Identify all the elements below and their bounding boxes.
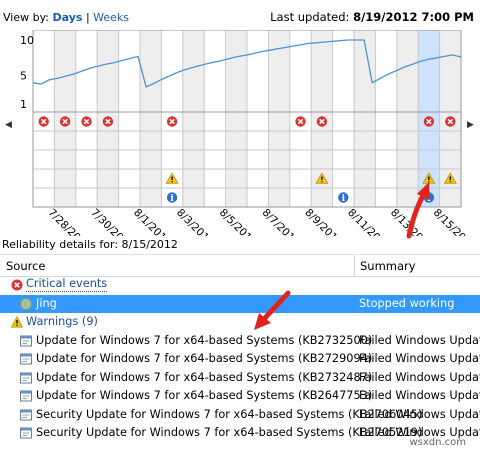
item-source: Update for Windows 7 for x64-based Syste… [36, 352, 373, 365]
list-item-update[interactable]: Update for Windows 7 for x64-based Syste… [0, 332, 480, 351]
day-column[interactable] [247, 30, 269, 207]
date-label: 7/28/2012 [46, 207, 93, 236]
list-item-update[interactable]: Update for Windows 7 for x64-based Syste… [0, 350, 480, 369]
day-column[interactable] [332, 30, 354, 207]
item-source: Update for Windows 7 for x64-based Syste… [36, 370, 373, 384]
update-icon [20, 353, 32, 365]
last-updated-label: Last updated: [270, 10, 350, 24]
update-icon [20, 335, 32, 346]
date-label: 8/7/2012 [260, 207, 302, 236]
update-icon [20, 372, 32, 383]
svg-text:i: i [427, 194, 431, 204]
date-label: 8/3/2012 [174, 207, 216, 236]
date-label: 8/1/2012 [131, 207, 173, 236]
watermark: wsxdn.com [409, 437, 466, 448]
group-label: Warnings (9) [26, 315, 98, 328]
days-link[interactable]: Days [53, 11, 83, 24]
warning-icon [11, 316, 23, 328]
item-summary: Failed Windows Update [359, 352, 480, 365]
group-label: Critical events [26, 277, 108, 292]
list-item-update[interactable]: Update for Windows 7 for x64-based Syste… [0, 369, 480, 388]
list-item-jing[interactable]: Jing Stopped working [0, 294, 480, 313]
group-warnings[interactable]: Warnings (9) [0, 313, 480, 332]
summary-column-header[interactable]: Summary [360, 259, 416, 273]
date-label: 8/9/2012 [302, 207, 344, 236]
day-column[interactable] [204, 30, 226, 207]
date-label: 8/13/2012 [388, 207, 435, 236]
source-column-header[interactable]: Source [6, 259, 46, 273]
y-tick-label: 5 [20, 70, 27, 83]
group-critical-events[interactable]: Critical events [0, 276, 480, 295]
item-summary: Failed Windows Update [359, 389, 480, 402]
item-summary: Failed Windows Update [359, 407, 480, 421]
update-icon [20, 390, 32, 402]
day-column[interactable] [375, 30, 397, 207]
critical-icon [81, 116, 92, 127]
day-column[interactable] [182, 30, 205, 207]
column-divider[interactable] [354, 255, 355, 276]
list-item-update[interactable]: Security Update for Windows 7 for x64-ba… [0, 424, 480, 443]
toolbar: View by: Days | Weeks Last updated: 8/19… [0, 0, 480, 30]
item-source: Update for Windows 7 for x64-based Syste… [36, 333, 373, 347]
item-summary: Failed Windows Update [359, 333, 480, 347]
svg-text:i: i [170, 194, 174, 204]
last-updated: Last updated: 8/19/2012 7:00 PM [270, 10, 474, 24]
day-column[interactable] [396, 30, 419, 207]
details-label: Reliability details for: 8/15/2012 [2, 238, 178, 251]
list-item-update[interactable]: Security Update for Windows 7 for x64-ba… [0, 406, 480, 425]
critical-icon [102, 116, 114, 127]
item-source: Update for Windows 7 for x64-based Syste… [36, 389, 373, 402]
critical-icon [316, 116, 328, 127]
critical-icon [295, 116, 306, 127]
last-updated-value: 8/19/2012 7:00 PM [353, 10, 474, 24]
details-header: Source Summary [0, 254, 480, 277]
view-by-control: View by: Days | Weeks [3, 11, 129, 24]
date-label: 7/30/2012 [88, 207, 135, 236]
critical-icon [11, 279, 23, 291]
critical-icon [59, 116, 71, 127]
date-label: 8/11/2012 [345, 207, 392, 236]
item-summary: Failed Windows Update [359, 370, 480, 384]
day-column[interactable] [140, 30, 162, 207]
critical-icon [166, 116, 178, 127]
y-tick-label: 1 [20, 98, 27, 111]
item-source: Jing [36, 296, 57, 310]
update-icon [20, 427, 32, 439]
day-column[interactable] [268, 30, 290, 207]
item-summary: Stopped working [359, 296, 455, 310]
app-icon [20, 297, 32, 310]
date-label: 8/5/2012 [217, 207, 259, 236]
reliability-chart[interactable]: 10 5 1 i i i 7/28/20127/30/20128/1/2012 8/3/201… [0, 30, 480, 236]
view-separator: | [85, 11, 90, 24]
critical-icon [423, 116, 435, 127]
date-label: 8/15/2012 [431, 207, 478, 236]
details-list: Critical events Jing Stopped working War… [0, 276, 480, 443]
critical-icon [38, 116, 49, 127]
view-by-label: View by: [3, 11, 49, 24]
y-tick-label: 10 [20, 34, 34, 47]
svg-text:i: i [342, 194, 346, 204]
update-icon [20, 409, 32, 420]
day-column[interactable] [354, 30, 376, 207]
weeks-link[interactable]: Weeks [93, 11, 129, 24]
critical-icon [445, 116, 456, 127]
list-item-update[interactable]: Update for Windows 7 for x64-based Syste… [0, 387, 480, 406]
